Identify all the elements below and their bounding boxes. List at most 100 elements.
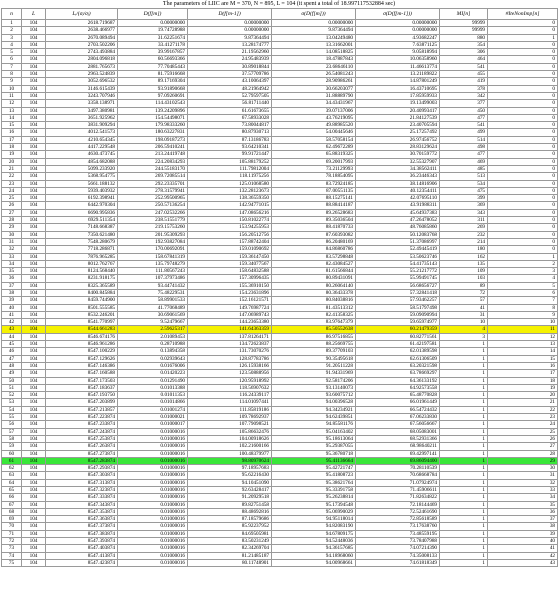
table-cell: 69.86094400 xyxy=(355,456,440,466)
table-cell: 3358.138971 xyxy=(45,99,118,108)
table-cell: 159.36147450 xyxy=(187,252,272,261)
table-cell: 128.87783786 xyxy=(187,354,272,363)
table-cell: 62.61306509 xyxy=(355,354,440,363)
table-cell: 9 xyxy=(1,77,22,86)
table-cell: 95.26238814 xyxy=(271,493,356,502)
table-cell: 104 xyxy=(21,340,46,349)
table-cell: 8541.770997 xyxy=(45,318,118,327)
table-cell: 94.62439851 xyxy=(271,413,356,422)
table-cell: 0.01000016 xyxy=(117,485,188,495)
table-cell: 104 xyxy=(21,376,46,385)
table-cell: 104 xyxy=(21,427,46,436)
table-cell: 6442.970304 xyxy=(45,201,118,210)
table-cell: 44 xyxy=(1,332,22,342)
table-cell: 0 xyxy=(487,179,558,188)
table-cell: 81.61566844 xyxy=(271,267,356,276)
table-cell: 2 xyxy=(1,26,22,35)
table-cell: 22 xyxy=(487,405,558,415)
table-cell: 30.89018844 xyxy=(187,62,272,72)
table-cell: 3 xyxy=(439,332,488,342)
table-cell: 157.88742404 xyxy=(187,237,272,247)
table-row: 56 104 8547.233874 0.01000017 107.79098521 94… xyxy=(1,420,558,429)
table-cell: 88.88414187 xyxy=(271,201,356,210)
table-cell: 26.97456752 xyxy=(355,135,440,145)
table-cell: 109.78692937 xyxy=(187,413,272,422)
table-cell: 74.35008133 xyxy=(355,551,440,560)
table-row: 41 104 8532.246201 30.69061569 147.06989743 8… xyxy=(1,310,558,320)
table-cell: 0.28710988 xyxy=(117,340,188,349)
table-cell: 0 xyxy=(487,70,558,79)
table-cell: 126.15938166 xyxy=(187,361,272,371)
table-row: 59 104 8547.263874 0.01000016 102.21600166 95… xyxy=(1,442,558,451)
table-cell: 8547.263874 xyxy=(45,442,118,451)
table-cell: 219.15753260 xyxy=(117,223,188,232)
table-cell: 65 xyxy=(1,485,22,495)
table-cell: 105.88179252 xyxy=(187,157,272,166)
table-cell: 0.01000016 xyxy=(117,493,188,502)
table-cell: 67.58933028 xyxy=(187,113,272,123)
table-cell: 89 xyxy=(439,281,488,291)
table-cell: 7876.965285 xyxy=(45,252,118,261)
table-row: 3 104 2670.089494 31.62251674 9.87364494 13.0… xyxy=(1,33,558,42)
table-row: 40 104 8501.555585 41.77068489 149.76987724 8… xyxy=(1,303,558,312)
table-cell: 104 xyxy=(21,558,46,568)
table-cell: 29 xyxy=(487,456,558,466)
table-cell: 33 xyxy=(1,252,22,261)
table-cell: 20 xyxy=(1,157,22,166)
table-cell: 104 xyxy=(21,383,46,393)
table-row: 53 104 8547.203899 0.01014866 114.01097441 94… xyxy=(1,398,558,407)
table-cell: 8547.373874 xyxy=(45,522,118,531)
table-cell: 104 xyxy=(21,420,46,429)
table-cell: 0 xyxy=(487,150,558,159)
table-cell: 43.91988311 xyxy=(355,201,440,210)
table-cell: 36 xyxy=(487,507,558,517)
table-cell: 91.20929518 xyxy=(187,493,272,502)
table-cell: 238.51551779 xyxy=(117,215,188,225)
table-cell: 8547.323874 xyxy=(45,485,118,495)
table-cell: 82.43084527 xyxy=(271,259,356,269)
table-cell: 14 xyxy=(1,113,22,123)
table-cell: 72 xyxy=(439,288,488,298)
table-cell: 52.49445419 xyxy=(355,245,440,254)
table-row: 27 104 6690.995836 247.02532266 147.08656216… xyxy=(1,208,558,218)
table-cell: 85.92237952 xyxy=(187,522,272,531)
table-cell: 95.41808723 xyxy=(271,471,356,480)
table-cell: 104 xyxy=(21,267,46,276)
table-cell: 89.17169304 xyxy=(117,77,188,86)
table-cell: 104 xyxy=(21,318,46,327)
table-cell: 104 xyxy=(21,442,46,451)
table-row: 28 104 6929.511354 238.51551779 150.81022774… xyxy=(1,215,558,225)
table-cell: 78.18854095 xyxy=(271,172,356,181)
table-cell: 2963.524839 xyxy=(45,70,118,79)
table-cell: 88.15275141 xyxy=(271,194,356,203)
table-cell: 70.28110539 xyxy=(355,464,440,473)
table-cell: 0.01000016 xyxy=(117,522,188,531)
table-row: 74 104 8547.413874 0.01000016 81.21485187 94.… xyxy=(1,551,558,560)
table-cell: 29 xyxy=(1,223,22,232)
table-cell: 62.01389598 xyxy=(355,347,440,356)
table-cell: 40.12354411 xyxy=(355,186,440,196)
table-cell: 104 xyxy=(21,434,46,444)
table-cell: 52 xyxy=(1,391,22,400)
table-cell: 158.67841319 xyxy=(117,252,188,261)
table-cell: 104 xyxy=(21,164,46,174)
table-cell: 0 xyxy=(487,84,558,93)
table-cell: 159.34077567 xyxy=(187,259,272,269)
table-cell: 80.11748901 xyxy=(187,558,272,568)
table-cell: 83.97647379 xyxy=(271,318,356,327)
table-cell: 73.21129993 xyxy=(271,164,356,174)
table-cell: 94.00968661 xyxy=(271,558,356,568)
table-cell: 118.11975256 xyxy=(187,172,272,181)
table-cell: 8547.160588 xyxy=(45,369,118,378)
table-cell: 50.12083768 xyxy=(355,230,440,239)
table-cell: 2670.089494 xyxy=(45,33,118,42)
table-cell: 81.43513312 xyxy=(271,303,356,312)
table-cell: 0.01000016 xyxy=(117,515,188,524)
table-cell: 135.79748279 xyxy=(117,259,188,269)
table-cell: 6 xyxy=(1,55,22,64)
table-cell: 118.56907632 xyxy=(187,383,272,393)
table-cell: 39.07137006 xyxy=(271,106,356,115)
table-cell: 41 xyxy=(439,303,488,312)
table-cell: 104 xyxy=(21,464,46,473)
header-row: n L Lᵢ/(σⱼ/σⱼ) D(f[m]) D(f[m-1]) σ(D(f[m… xyxy=(1,8,558,20)
